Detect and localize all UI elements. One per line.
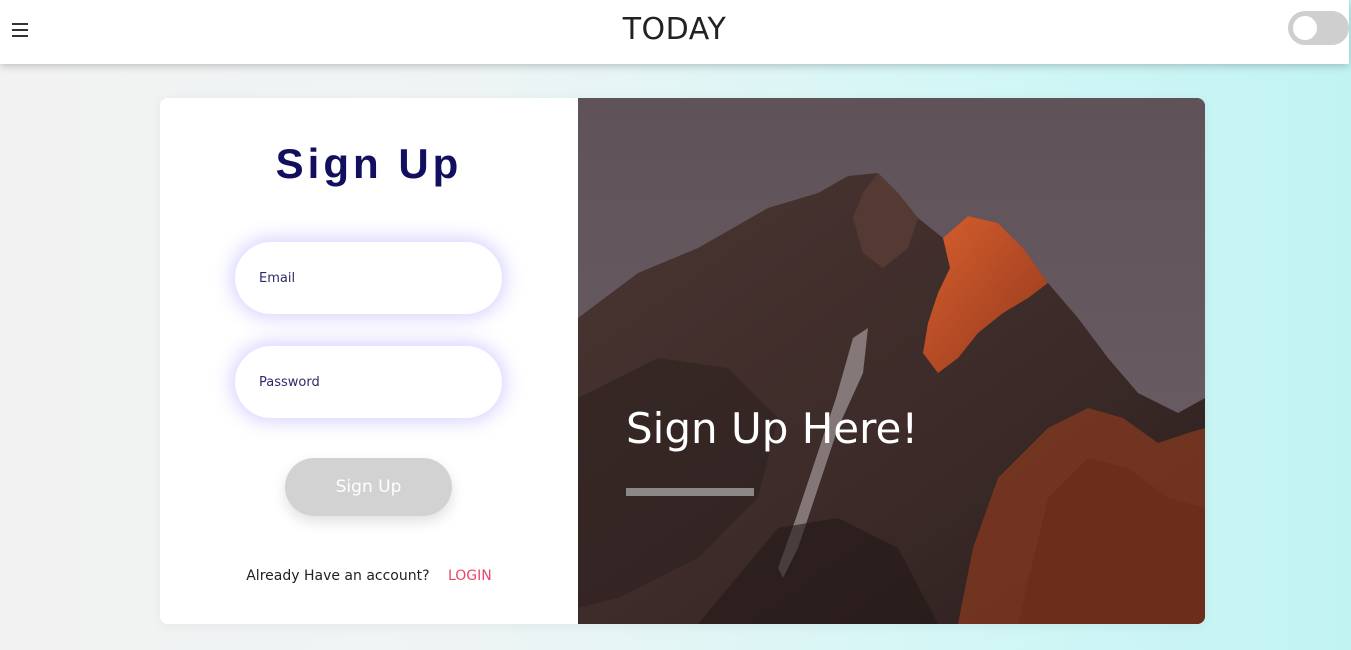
form-title: Sign Up: [275, 140, 463, 187]
top-navbar: TODAY: [0, 0, 1349, 64]
signup-card: Sign Up Sign Up Already Have an account?…: [160, 98, 1205, 624]
already-have-account-text: Already Have an account?: [246, 568, 430, 584]
toggle-knob: [1293, 16, 1317, 40]
password-field[interactable]: [235, 346, 502, 418]
password-field-wrapper: [235, 346, 502, 418]
login-link[interactable]: LOGIN: [448, 568, 492, 584]
signup-form-panel: Sign Up Sign Up Already Have an account?…: [160, 98, 578, 624]
signup-button[interactable]: Sign Up: [285, 458, 452, 516]
brand-title: TODAY: [622, 12, 727, 47]
hero-underline: [626, 488, 754, 496]
mountain-image-panel: Sign Up Here!: [578, 98, 1205, 624]
mountain-image: [578, 98, 1205, 624]
hero-heading: Sign Up Here!: [626, 404, 919, 453]
email-field[interactable]: [235, 242, 502, 314]
email-field-wrapper: [235, 242, 502, 314]
login-prompt: Already Have an account? LOGIN: [160, 568, 578, 584]
theme-toggle[interactable]: [1288, 11, 1349, 45]
